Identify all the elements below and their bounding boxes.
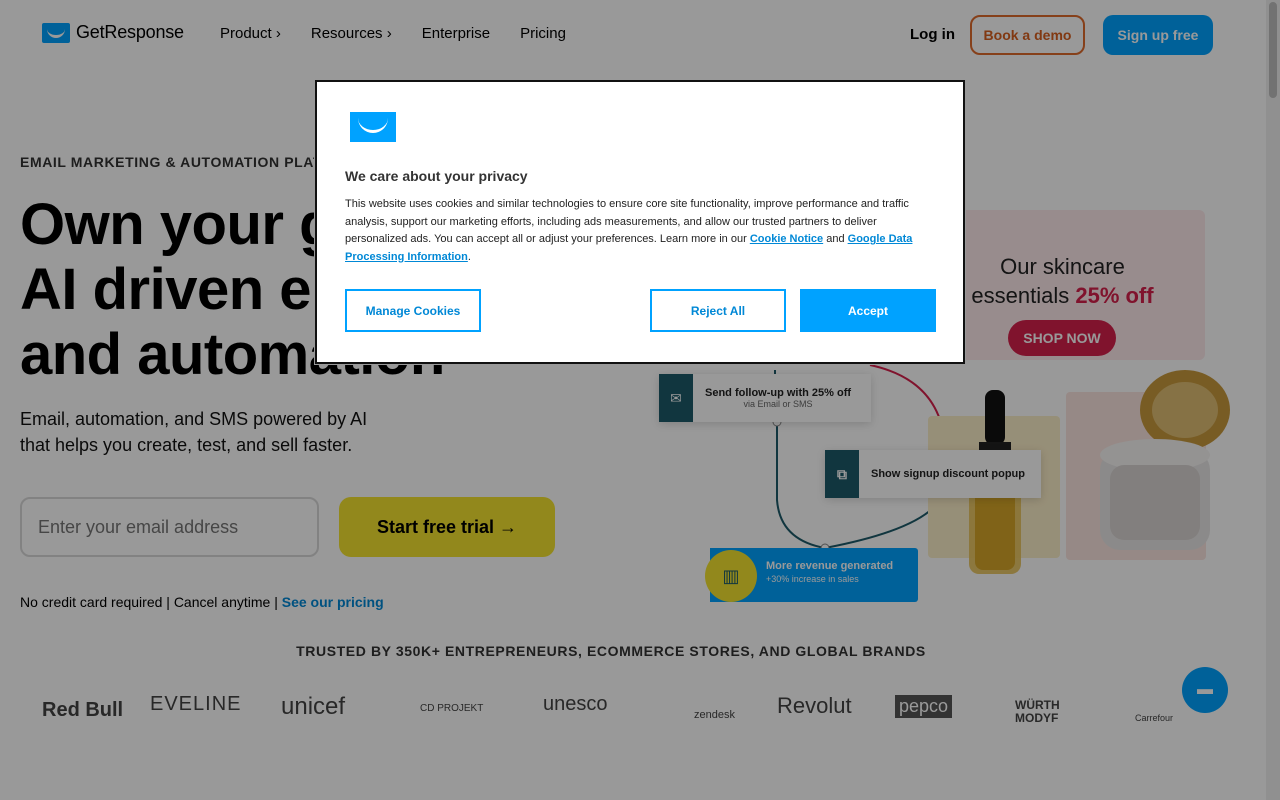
cookie-notice-link[interactable]: Cookie Notice [750, 233, 823, 245]
cookie-and-text: and [823, 233, 848, 245]
getresponse-logo-icon [350, 112, 396, 142]
cookie-end-text: . [467, 250, 471, 263]
accept-button[interactable]: Accept [800, 289, 936, 332]
manage-cookies-button[interactable]: Manage Cookies [345, 289, 481, 332]
cookie-title: We care about your privacy [345, 168, 528, 184]
reject-all-button[interactable]: Reject All [650, 289, 786, 332]
cookie-body: This website uses cookies and similar te… [345, 196, 935, 266]
cookie-consent-dialog: We care about your privacy This website … [315, 80, 965, 364]
